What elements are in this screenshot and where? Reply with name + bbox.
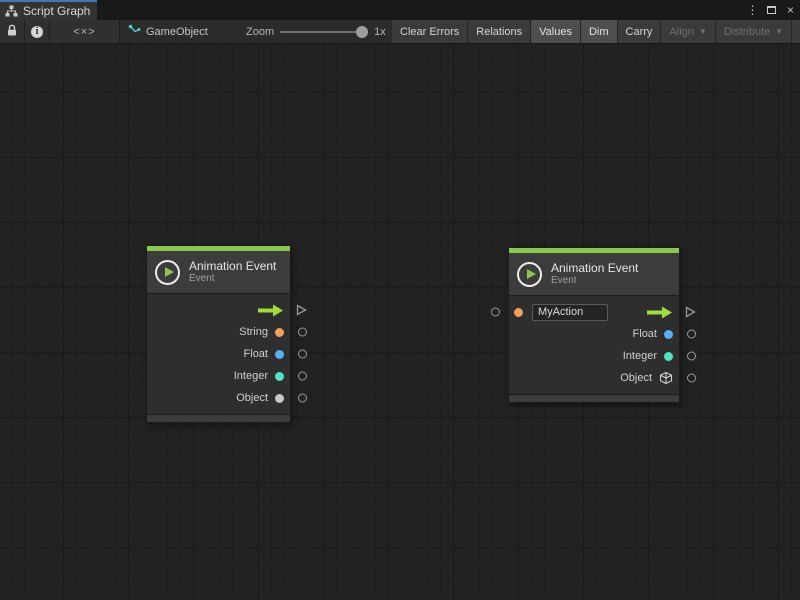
- port-dot-icon: [275, 372, 284, 381]
- value-output-row: Object: [147, 387, 290, 409]
- node-body: String Float Integer Object: [147, 294, 290, 414]
- zoom-label: Zoom: [246, 26, 274, 38]
- node-footer: [509, 394, 679, 402]
- zoom-slider-knob[interactable]: [356, 26, 368, 38]
- script-graph-icon: [5, 5, 18, 17]
- port-label: Float: [244, 348, 268, 360]
- port-dot-icon: [275, 328, 284, 337]
- node-header[interactable]: Animation Event Event: [147, 251, 290, 294]
- inspect-button[interactable]: i: [25, 20, 50, 43]
- port-dot-icon: [664, 352, 673, 361]
- zoom-value: 1x: [374, 26, 386, 38]
- port-label: Float: [633, 328, 657, 340]
- toolbar-button-distribute[interactable]: Distribute▼: [716, 20, 791, 43]
- port-label: Object: [236, 392, 268, 404]
- zoom-control: Zoom 1x: [246, 20, 386, 43]
- port-dot-icon: [275, 394, 284, 403]
- string-input-dot-icon: [514, 308, 523, 317]
- node-subtitle: Event: [551, 275, 638, 287]
- event-name-field[interactable]: [532, 304, 608, 321]
- port-dot-icon: [275, 350, 284, 359]
- toolbar-button-align[interactable]: Align▼: [661, 20, 714, 43]
- info-icon: i: [31, 26, 43, 38]
- maximize-icon[interactable]: [762, 3, 781, 17]
- value-port-icon[interactable]: [298, 328, 307, 337]
- toolbar-button-relations[interactable]: Relations: [468, 20, 530, 43]
- lock-icon: [6, 24, 18, 40]
- node-subtitle: Event: [189, 273, 276, 285]
- close-icon[interactable]: ×: [781, 3, 800, 17]
- port-label: String: [239, 326, 268, 338]
- trigger-output-row: [147, 299, 290, 321]
- value-port-icon[interactable]: [298, 350, 307, 359]
- toolbar-button-group: Clear ErrorsRelationsValuesDimCarryAlign…: [392, 20, 800, 43]
- value-output-row: Float: [509, 323, 679, 345]
- node-header[interactable]: Animation Event Event: [509, 253, 679, 296]
- value-output-row: String: [147, 321, 290, 343]
- event-play-icon: [517, 262, 542, 287]
- chevron-down-icon: ▼: [699, 27, 707, 36]
- menu-icon[interactable]: ⋮: [743, 3, 762, 17]
- toolbar-button-clear-errors[interactable]: Clear Errors: [392, 20, 467, 43]
- graph-toolbar: i <×> GameObject Zoom 1x Clear ErrorsRel…: [0, 20, 800, 44]
- value-port-icon[interactable]: [687, 352, 696, 361]
- node-title: Animation Event: [551, 261, 638, 275]
- value-port-icon[interactable]: [298, 394, 307, 403]
- zoom-slider-track: [280, 31, 368, 33]
- value-port-icon[interactable]: [491, 308, 500, 317]
- cube-icon: [659, 371, 673, 385]
- unity-script-graph-window: Script Graph ⋮ × i <×>: [0, 0, 800, 600]
- node-title: Animation Event: [189, 259, 276, 273]
- chevron-down-icon: ▼: [775, 27, 783, 36]
- flow-arrow-icon: [258, 304, 284, 317]
- value-port-icon[interactable]: [298, 372, 307, 381]
- port-label: Integer: [234, 370, 268, 382]
- toolbar-button-dim[interactable]: Dim: [581, 20, 617, 43]
- value-port-icon[interactable]: [687, 330, 696, 339]
- value-output-row: Object: [509, 367, 679, 389]
- port-dot-icon: [664, 330, 673, 339]
- toolbar-button-overv[interactable]: Overv: [792, 20, 800, 43]
- node-footer: [147, 414, 290, 422]
- graph-canvas[interactable]: Animation Event Event String Float Integer…: [0, 44, 800, 600]
- graph-icon: [128, 24, 141, 39]
- flow-arrow-icon: [647, 306, 673, 319]
- value-output-row: Integer: [147, 365, 290, 387]
- graph-target[interactable]: GameObject: [128, 20, 208, 43]
- window-titlebar: Script Graph ⋮ ×: [0, 0, 800, 20]
- target-label: GameObject: [146, 26, 208, 38]
- tab-script-graph[interactable]: Script Graph: [0, 0, 97, 20]
- toolbar-button-carry[interactable]: Carry: [618, 20, 661, 43]
- node-body: Float Integer Object: [509, 296, 679, 394]
- tab-title: Script Graph: [23, 4, 90, 18]
- event-play-icon: [155, 260, 180, 285]
- node-animation-event-1[interactable]: Animation Event Event String Float Integer…: [146, 245, 291, 423]
- value-output-row: Float: [147, 343, 290, 365]
- event-name-input-row: [509, 301, 679, 323]
- trigger-port-icon[interactable]: [685, 306, 696, 318]
- lock-button[interactable]: [0, 20, 25, 43]
- port-label: Integer: [623, 350, 657, 362]
- trigger-port-icon[interactable]: [296, 304, 307, 316]
- value-output-row: Integer: [509, 345, 679, 367]
- value-port-icon[interactable]: [687, 374, 696, 383]
- node-animation-event-2[interactable]: Animation Event Event Float Integer Object: [508, 247, 680, 403]
- window-controls: ⋮ ×: [743, 0, 800, 20]
- toolbar-button-values[interactable]: Values: [531, 20, 580, 43]
- zoom-slider[interactable]: [280, 25, 368, 39]
- port-label: Object: [620, 372, 652, 384]
- code-view-button[interactable]: <×>: [50, 20, 120, 43]
